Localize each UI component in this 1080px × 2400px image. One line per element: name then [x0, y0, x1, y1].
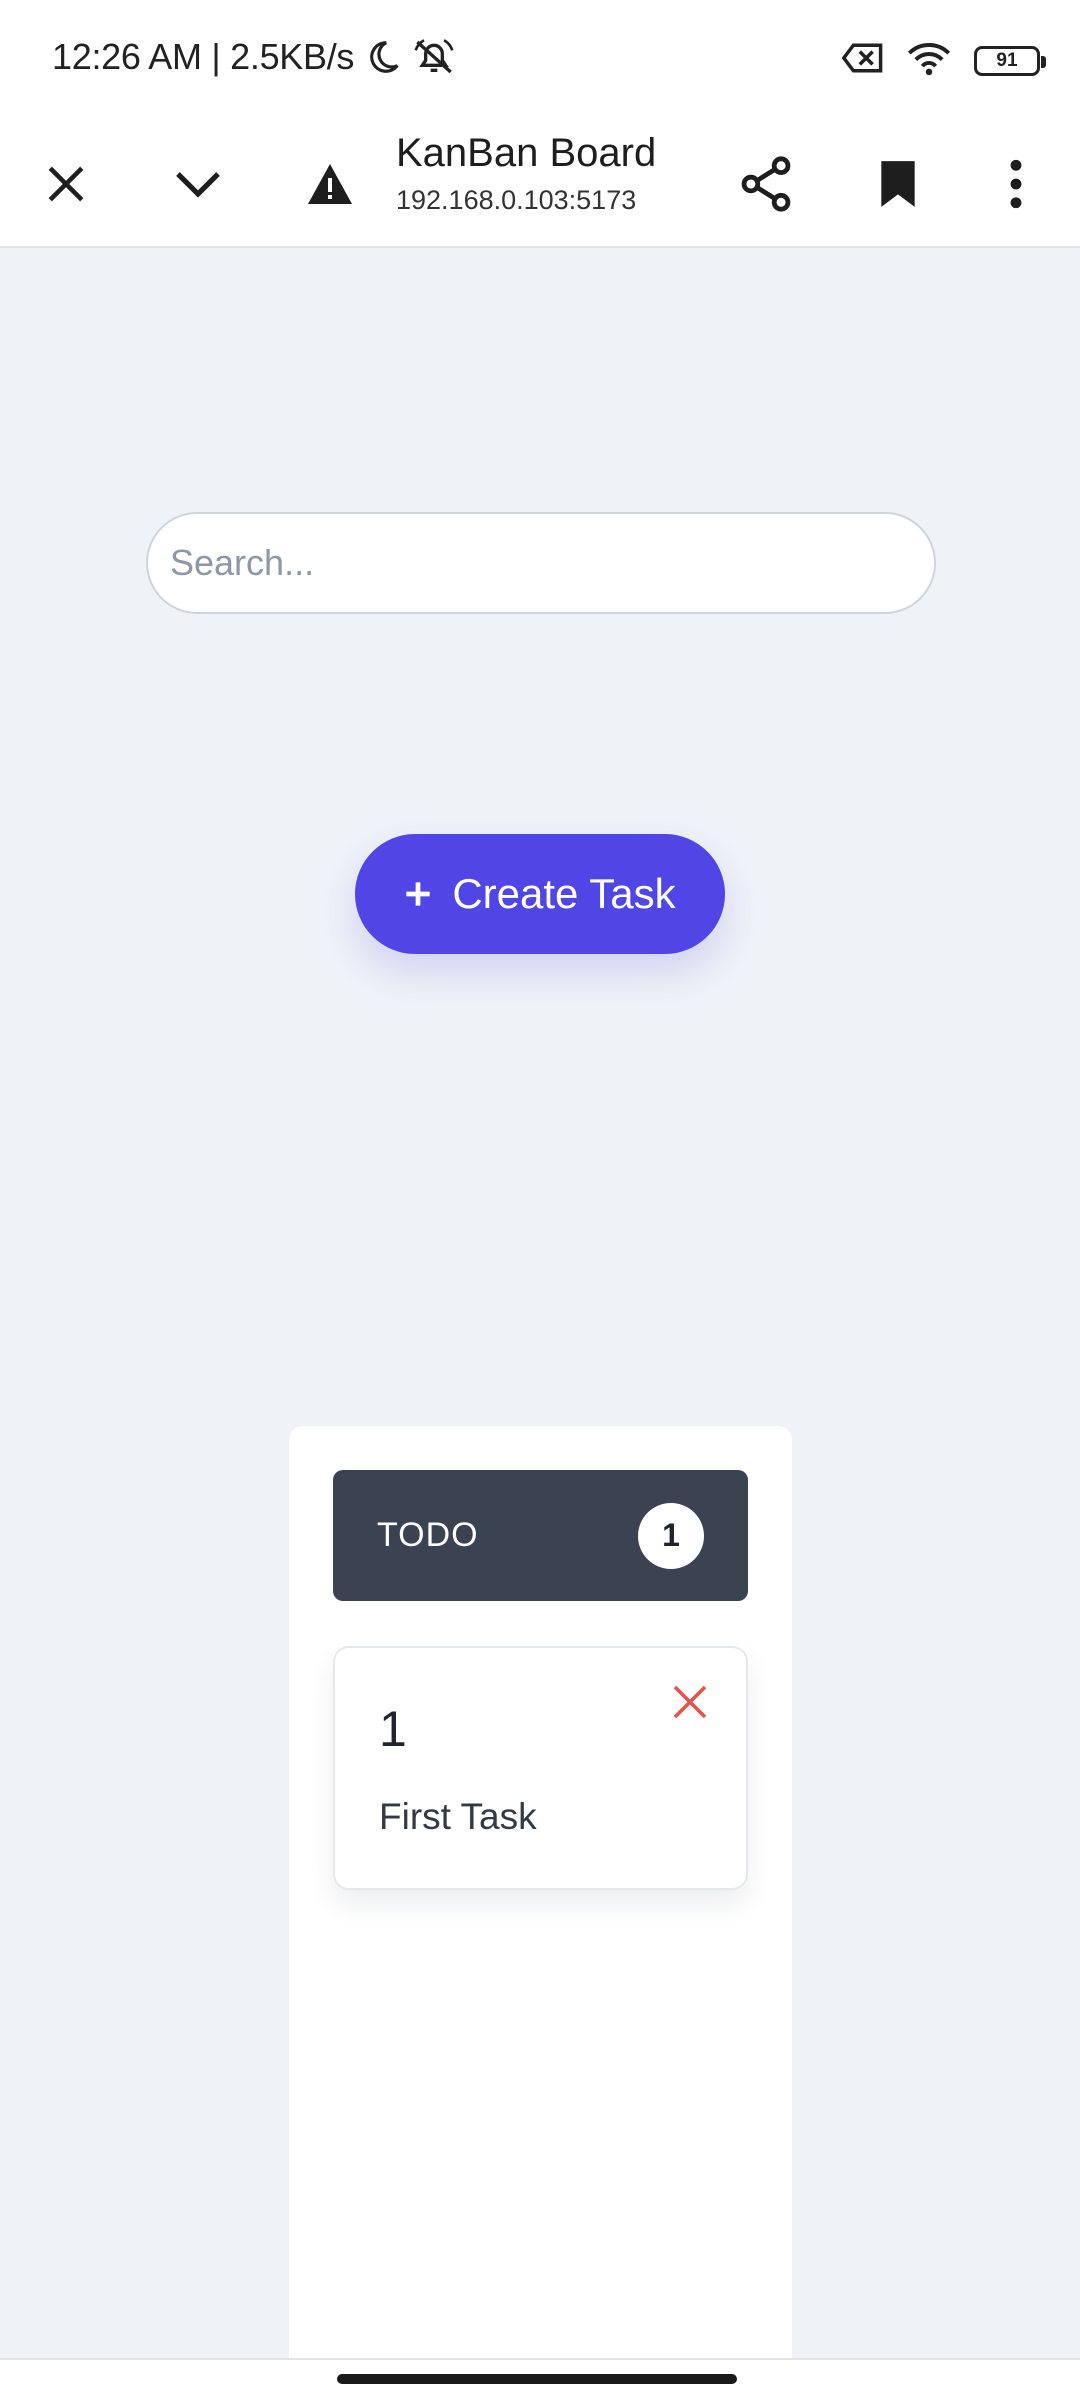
close-icon	[673, 1685, 707, 1719]
bell-off-icon	[412, 37, 456, 77]
status-left: 12:26 AM | 2.5KB/s	[52, 36, 456, 78]
create-task-button[interactable]: Create Task	[355, 834, 725, 954]
column-header: TODO 1	[333, 1470, 748, 1601]
battery-level: 91	[996, 49, 1018, 71]
status-time-speed: 12:26 AM | 2.5KB/s	[52, 36, 355, 77]
task-id: 1	[379, 1701, 407, 1757]
moon-icon	[364, 38, 402, 76]
sim-off-icon	[841, 42, 884, 79]
share-icon[interactable]	[726, 144, 806, 224]
address-bar[interactable]: KanBan Board 192.168.0.103:5173	[396, 128, 716, 218]
column-title: TODO	[377, 1516, 479, 1554]
task-title: First Task	[379, 1796, 537, 1837]
browser-toolbar: KanBan Board 192.168.0.103:5173	[0, 120, 1080, 248]
page-url: 192.168.0.103:5173	[396, 185, 637, 215]
status-bar: 12:26 AM | 2.5KB/s 91	[0, 0, 1080, 120]
page-title: KanBan Board	[396, 131, 657, 175]
warning-icon[interactable]	[290, 144, 370, 224]
task-card[interactable]: 1 First Task	[333, 1646, 748, 1890]
navigation-bar	[0, 2358, 1080, 2400]
bookmark-icon[interactable]	[858, 144, 938, 224]
chevron-down-icon[interactable]	[158, 144, 238, 224]
create-task-label: Create Task	[452, 870, 676, 917]
close-icon[interactable]	[26, 144, 106, 224]
board-column-todo: TODO 1 1 First Task	[289, 1426, 792, 2366]
status-right: 91	[841, 40, 1046, 81]
delete-task-button[interactable]	[658, 1670, 722, 1734]
gesture-handle[interactable]	[337, 2374, 737, 2384]
column-count-badge: 1	[638, 1502, 704, 1569]
search-input[interactable]	[146, 512, 936, 614]
plus-icon	[406, 882, 430, 906]
wifi-icon	[906, 40, 952, 81]
kanban-page: Create Task TODO 1 1 First Task	[0, 248, 1080, 2366]
more-vert-icon[interactable]	[976, 144, 1056, 224]
battery-icon: 91	[974, 45, 1046, 76]
